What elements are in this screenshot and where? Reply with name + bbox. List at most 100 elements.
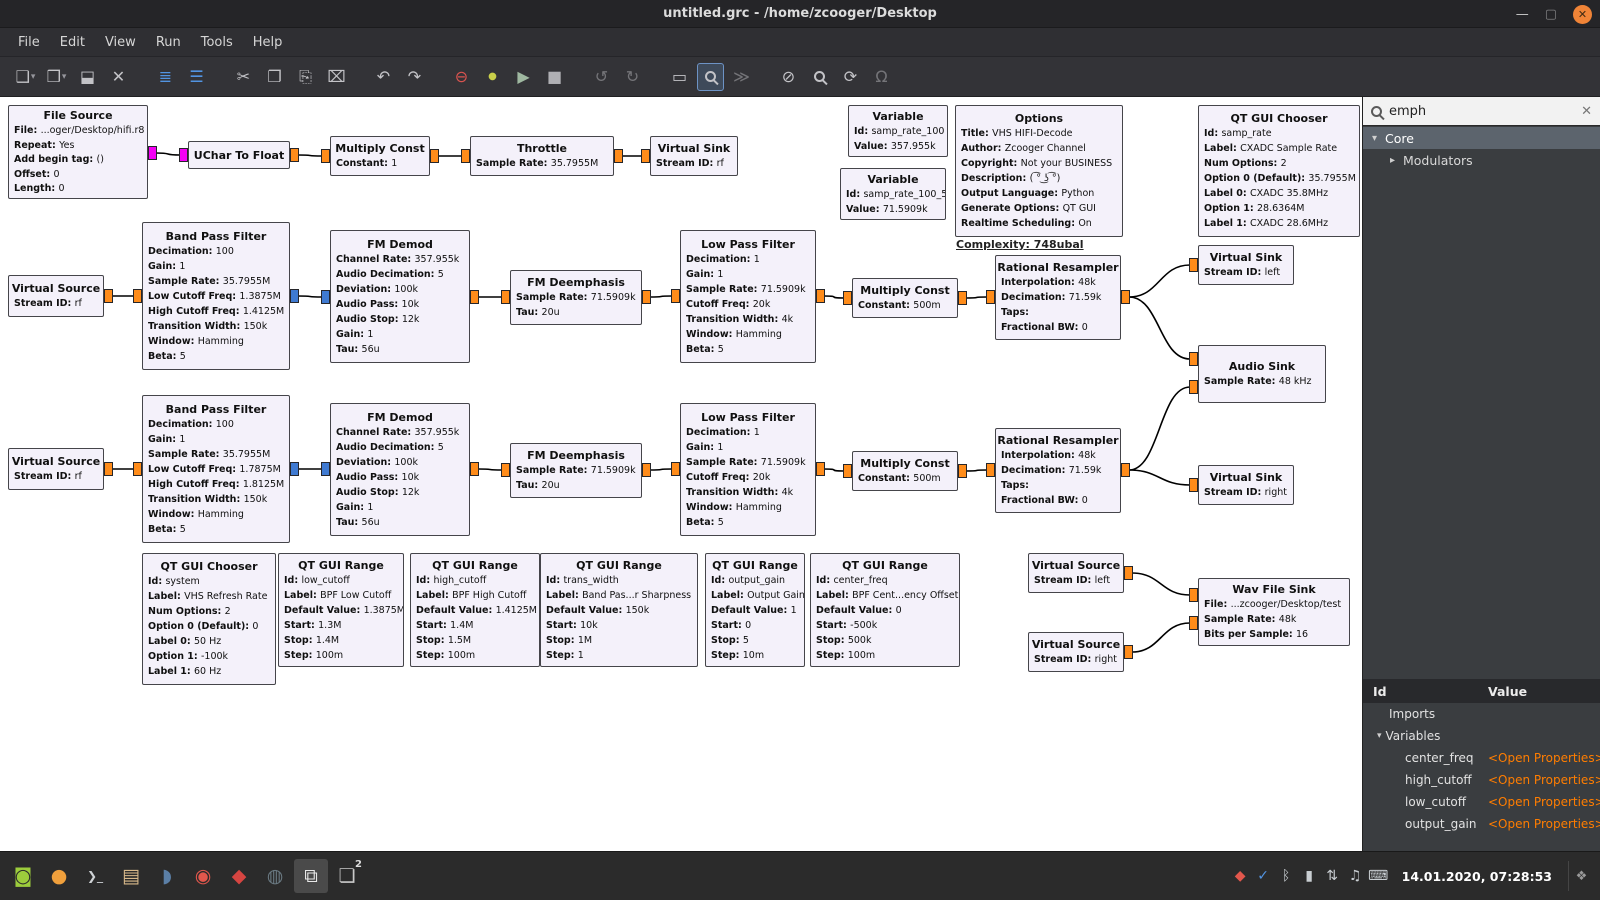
port-in-float[interactable] <box>1189 478 1198 492</box>
close-flowgraph-button[interactable]: ✕ <box>105 63 132 91</box>
port-out-float[interactable] <box>1124 645 1133 659</box>
menu-help[interactable]: Help <box>243 28 293 56</box>
block-rational-resampler[interactable]: Rational Resampler Interpolation: 48k Deci… <box>995 428 1121 513</box>
port-out-float[interactable] <box>958 464 967 478</box>
block-multiply-const[interactable]: Multiply Const Constant: 500m <box>852 451 958 491</box>
block-qt-gui-range[interactable]: QT GUI Range Id: trans_width Label: Band P… <box>540 553 698 667</box>
block-virtual-source[interactable]: Virtual Source Stream ID: right <box>1028 632 1124 672</box>
terminal-launcher[interactable]: ❯_ <box>78 859 112 893</box>
redo-button[interactable]: ↷ <box>401 63 428 91</box>
keyboard-icon[interactable]: ⌨ <box>1367 862 1390 890</box>
variable-row-low_cutoff[interactable]: low_cutoff <Open Properties> <box>1363 791 1600 813</box>
variable-row-imports[interactable]: Imports <box>1363 703 1600 725</box>
port-in-float[interactable] <box>1189 616 1198 630</box>
flowgraph-properties-button[interactable]: ☰ <box>183 63 210 91</box>
block-rational-resampler[interactable]: Rational Resampler Interpolation: 48k Deci… <box>995 255 1121 340</box>
port-out-float[interactable] <box>614 149 623 163</box>
port-in-float[interactable] <box>501 463 510 477</box>
tree-item-modulators[interactable]: ▸ Modulators <box>1363 149 1600 171</box>
port-in-float[interactable] <box>133 289 142 303</box>
canvas-size-button[interactable]: ▭ <box>666 63 693 91</box>
port-in-complex[interactable] <box>321 462 330 476</box>
port-out-float[interactable] <box>470 462 479 476</box>
port-in-float[interactable] <box>671 289 680 303</box>
errors-button[interactable]: ⊖ <box>448 63 475 91</box>
block-qt-gui-chooser[interactable]: QT GUI Chooser Id: samp_rate Label: CXADC … <box>1198 105 1360 237</box>
app-launcher-red[interactable]: ◆ <box>222 859 256 893</box>
toggle-disabled-button[interactable]: ⊘ <box>775 63 802 91</box>
menu-tools[interactable]: Tools <box>191 28 243 56</box>
refresh-button[interactable]: ↻ <box>619 63 646 91</box>
port-in-complex[interactable] <box>321 290 330 304</box>
port-out-float[interactable] <box>290 148 299 162</box>
bluetooth-icon[interactable]: ᛒ <box>1275 862 1298 890</box>
port-in-float[interactable] <box>501 290 510 304</box>
port-out-float[interactable] <box>430 149 439 163</box>
block-qt-gui-range[interactable]: QT GUI Range Id: center_freq Label: BPF Ce… <box>810 553 960 667</box>
variable-value[interactable]: <Open Properties> <box>1488 817 1600 831</box>
undo-button[interactable]: ↶ <box>370 63 397 91</box>
block-low-pass-filter[interactable]: Low Pass Filter Decimation: 1 Gain: 1 Sampl… <box>680 403 816 536</box>
port-in-byte[interactable] <box>179 148 188 162</box>
port-out-float[interactable] <box>1121 463 1130 477</box>
network-icon[interactable]: ⇅ <box>1321 862 1344 890</box>
port-out-float[interactable] <box>104 462 113 476</box>
block-virtual-source[interactable]: Virtual Source Stream ID: left <box>1028 553 1124 593</box>
block-virtual-sink[interactable]: Virtual Sink Stream ID: right <box>1198 465 1294 505</box>
notification-icon[interactable]: ◆ <box>1229 862 1252 890</box>
search-input[interactable] <box>1389 103 1575 119</box>
port-out-float[interactable] <box>642 290 651 304</box>
block-audio-sink[interactable]: Audio Sink Sample Rate: 48 kHz <box>1198 345 1326 403</box>
chevron-down-icon[interactable]: ▾ <box>62 72 67 82</box>
delete-button[interactable]: ⌧ <box>323 63 350 91</box>
reload-blocks-button[interactable]: ↺ <box>588 63 615 91</box>
variable-row-variables[interactable]: ▾ Variables <box>1363 725 1600 747</box>
block-throttle[interactable]: Throttle Sample Rate: 35.7955M <box>470 136 614 176</box>
shield-check-icon[interactable]: ✓ <box>1252 862 1275 890</box>
block-band-pass-filter[interactable]: Band Pass Filter Decimation: 100 Gain: 1 Sa… <box>142 395 290 543</box>
fast-forward-button[interactable]: ≫ <box>728 63 755 91</box>
workspace-switcher-icon[interactable]: ❖ <box>1568 861 1594 891</box>
block-qt-gui-chooser[interactable]: QT GUI Chooser Id: system Label: VHS Refre… <box>142 553 276 685</box>
block-qt-gui-range[interactable]: QT GUI Range Id: output_gain Label: Output… <box>705 553 805 667</box>
port-out-float[interactable] <box>104 289 113 303</box>
mint-menu-button[interactable]: ◙ <box>6 859 40 893</box>
chevron-down-icon[interactable]: ▾ <box>31 72 36 82</box>
variable-value[interactable]: <Open Properties> <box>1488 751 1600 765</box>
close-window-button[interactable]: ✕ <box>1573 4 1592 24</box>
paste-button[interactable]: ⎘ <box>292 63 319 91</box>
block-variable[interactable]: Variable Id: samp_rate_100_5 Value: 71.590… <box>840 168 946 220</box>
block-variable[interactable]: Variable Id: samp_rate_100 Value: 357.955k <box>848 105 948 157</box>
clear-search-icon[interactable]: ✕ <box>1581 104 1592 119</box>
block-virtual-sink[interactable]: Virtual Sink Stream ID: left <box>1198 245 1294 285</box>
menu-run[interactable]: Run <box>146 28 191 56</box>
save-button[interactable]: ⬓ <box>74 63 101 91</box>
app-launcher-redorange[interactable]: ◉ <box>186 859 220 893</box>
block-fm-deemphasis[interactable]: FM Deemphasis Sample Rate: 71.5909k Tau: 2… <box>510 443 642 498</box>
port-in-float[interactable] <box>1189 352 1198 366</box>
port-out-float[interactable] <box>958 291 967 305</box>
block-band-pass-filter[interactable]: Band Pass Filter Decimation: 100 Gain: 1 Sa… <box>142 222 290 370</box>
flowgraph-canvas[interactable]: Complexity: 748ubal File Source File: ...… <box>0 97 1362 851</box>
block-options[interactable]: Options Title: VHS HIFI-Decode Author: Zco… <box>955 105 1123 237</box>
block-qt-gui-range[interactable]: QT GUI Range Id: high_cutoff Label: BPF Hi… <box>410 553 540 667</box>
block-uchar-to-float[interactable]: UChar To Float <box>188 141 290 169</box>
port-out-complex[interactable] <box>290 462 299 476</box>
tree-item-core[interactable]: ▾ Core <box>1363 127 1600 149</box>
app-launcher-blue[interactable]: ◗ <box>150 859 184 893</box>
block-fm-demod[interactable]: FM Demod Channel Rate: 357.955k Audio Deci… <box>330 403 470 536</box>
port-in-float[interactable] <box>321 149 330 163</box>
port-out-float[interactable] <box>816 289 825 303</box>
port-in-float[interactable] <box>843 464 852 478</box>
app-launcher-dark[interactable]: ◍ <box>258 859 292 893</box>
generate-button[interactable]: ● <box>479 63 506 91</box>
port-in-float[interactable] <box>1189 588 1198 602</box>
port-in-float[interactable] <box>641 149 650 163</box>
block-virtual-source[interactable]: Virtual Source Stream ID: rf <box>8 448 104 490</box>
block-multiply-const[interactable]: Multiply Const Constant: 500m <box>852 278 958 318</box>
menu-file[interactable]: File <box>8 28 50 56</box>
port-out-float[interactable] <box>642 463 651 477</box>
variable-row-center_freq[interactable]: center_freq <Open Properties> <box>1363 747 1600 769</box>
copy-button[interactable]: ❐ <box>261 63 288 91</box>
port-in-float[interactable] <box>1189 258 1198 272</box>
